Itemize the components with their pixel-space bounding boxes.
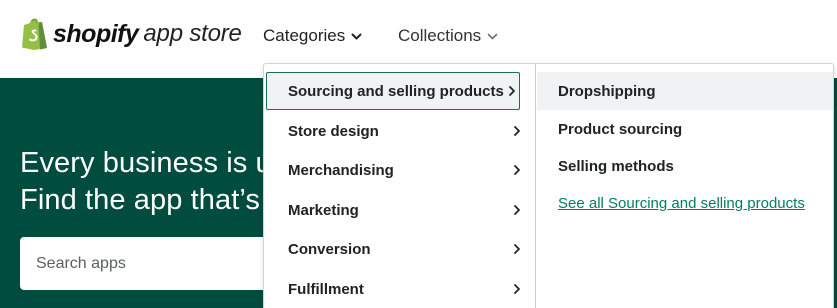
search-input[interactable] [20,237,280,290]
chevron-right-icon [514,165,520,175]
shopify-bag-icon [22,18,47,50]
chevron-down-icon [487,33,498,39]
subcategory-item-selling-methods[interactable]: Selling methods [537,147,833,185]
chevron-right-icon [509,86,515,96]
category-item-conversion[interactable]: Conversion [264,229,536,269]
subcategory-item-product-sourcing[interactable]: Product sourcing [537,110,833,148]
category-item-label: Marketing [288,201,359,219]
nav-categories-label: Categories [263,26,346,45]
nav-collections-label: Collections [398,26,482,45]
nav-categories[interactable]: Categories [263,26,362,46]
category-item-label: Sourcing and selling products [288,82,504,100]
chevron-down-icon [351,33,362,39]
shopify-app-store-logo[interactable]: shopify app store [21,18,242,50]
logo-wordmark: shopify [53,19,139,48]
category-item-marketing[interactable]: Marketing [264,190,536,230]
subcategory-item-label: Selling methods [558,157,674,175]
category-item-store-design[interactable]: Store design [264,111,536,151]
category-item-label: Merchandising [288,161,394,179]
category-item-sourcing-and-selling-products[interactable]: Sourcing and selling products [266,72,520,110]
subcategory-item-label: Product sourcing [558,120,683,138]
category-item-label: Store design [288,122,379,140]
category-item-merchandising[interactable]: Merchandising [264,150,536,190]
chevron-right-icon [514,244,520,254]
category-item-fulfillment[interactable]: Fulfillment [264,269,536,308]
category-item-label: Conversion [288,240,371,258]
categories-dropdown-menu: Sourcing and selling products Store desi… [263,63,834,308]
subcategory-item-dropshipping[interactable]: Dropshipping [537,72,833,110]
category-item-label: Fulfillment [288,280,364,298]
hero-headline-line1: Every business is u [20,147,272,179]
category-list: Sourcing and selling products Store desi… [264,64,536,308]
subcategory-list: Dropshipping Product sourcing Selling me… [537,64,833,308]
subcategory-item-label: Dropshipping [558,82,656,100]
chevron-right-icon [514,126,520,136]
see-all-link[interactable]: See all Sourcing and selling products [558,195,805,212]
logo-product-name: app store [143,20,242,47]
chevron-right-icon [514,205,520,215]
nav-collections[interactable]: Collections [398,26,498,46]
search-box [20,237,280,290]
chevron-right-icon [514,284,520,294]
hero-headline-line2: Find the app that’s [20,184,260,216]
